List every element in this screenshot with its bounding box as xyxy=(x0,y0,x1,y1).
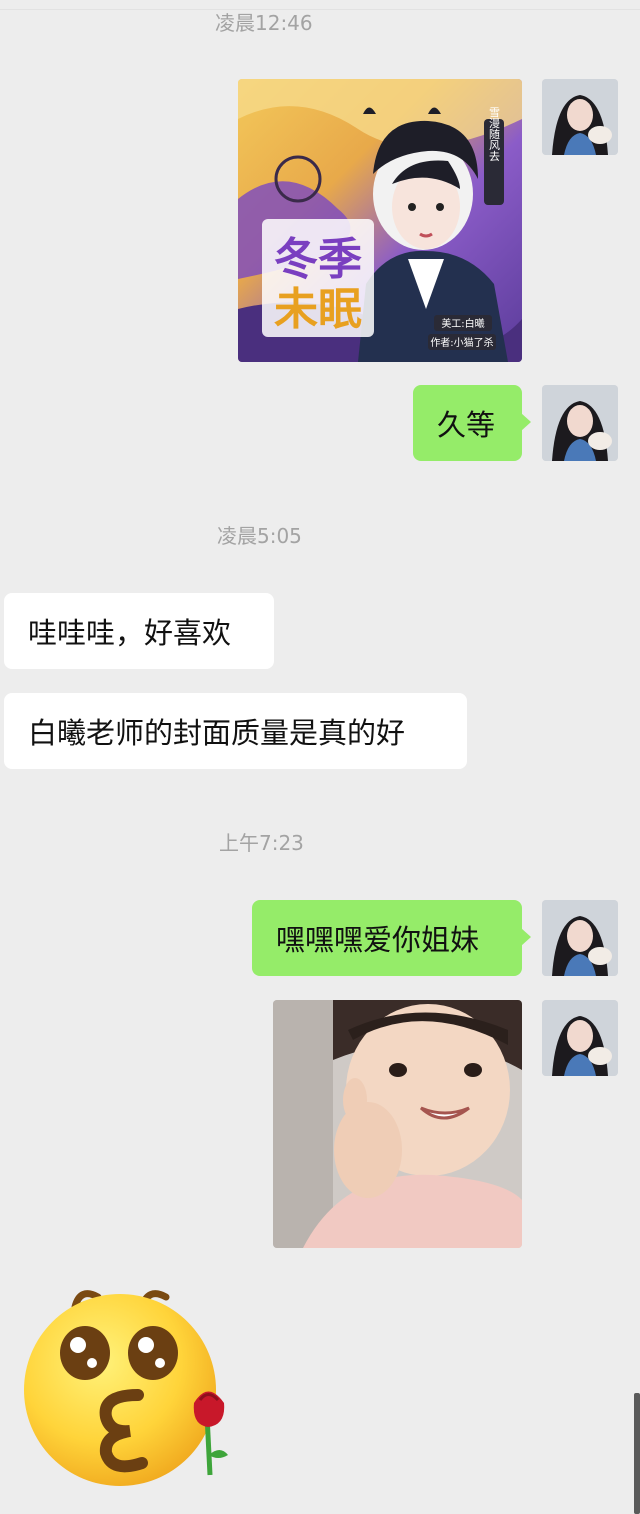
cover-designer-credit: 美工:白曦 xyxy=(441,317,484,330)
received-message-bubble[interactable]: 白曦老师的封面质量是真的好 xyxy=(4,693,467,769)
kissing-face-with-rose-emoji-icon[interactable] xyxy=(20,1285,240,1490)
emoji-sticker-art xyxy=(24,1290,228,1486)
cover-author-credit: 作者:小猫了杀 xyxy=(430,336,493,349)
cover-artwork: 冬季 未眠 雪漫随风去 美工:白曦 作者:小猫了杀 xyxy=(238,79,522,362)
timestamp: 凌晨5:05 xyxy=(217,524,302,548)
avatar-picture xyxy=(542,79,618,155)
cover-title-line-2: 未眠 xyxy=(274,284,362,335)
message-text: 久等 xyxy=(437,408,496,442)
avatar-picture xyxy=(542,385,618,461)
cover-title-line-1: 冬季 xyxy=(274,234,362,285)
sent-message-bubble[interactable]: 久等 xyxy=(413,385,531,461)
timestamp: 凌晨12:46 xyxy=(215,11,313,35)
child-photo-sticker[interactable] xyxy=(273,1000,522,1248)
timestamp: 上午7:23 xyxy=(219,831,304,855)
avatar[interactable] xyxy=(542,385,618,461)
sent-message-bubble[interactable]: 嘿嘿嘿爱你姐妹 xyxy=(252,900,531,976)
message-text: 哇哇哇，好喜欢 xyxy=(28,616,232,650)
avatar[interactable] xyxy=(542,79,618,155)
avatar[interactable] xyxy=(542,900,618,976)
received-message-bubble[interactable]: 哇哇哇，好喜欢 xyxy=(4,593,274,669)
scrollbar[interactable] xyxy=(634,1393,640,1514)
child-photo xyxy=(273,1000,522,1248)
top-divider xyxy=(0,9,640,10)
cover-side-label: 雪漫随风去 xyxy=(488,106,501,161)
message-text: 白曦老师的封面质量是真的好 xyxy=(28,716,406,750)
avatar-picture xyxy=(542,900,618,976)
message-text: 嘿嘿嘿爱你姐妹 xyxy=(276,923,480,957)
avatar[interactable] xyxy=(542,1000,618,1076)
avatar-picture xyxy=(542,1000,618,1076)
cover-image-message[interactable]: 冬季 未眠 雪漫随风去 美工:白曦 作者:小猫了杀 xyxy=(238,79,522,362)
